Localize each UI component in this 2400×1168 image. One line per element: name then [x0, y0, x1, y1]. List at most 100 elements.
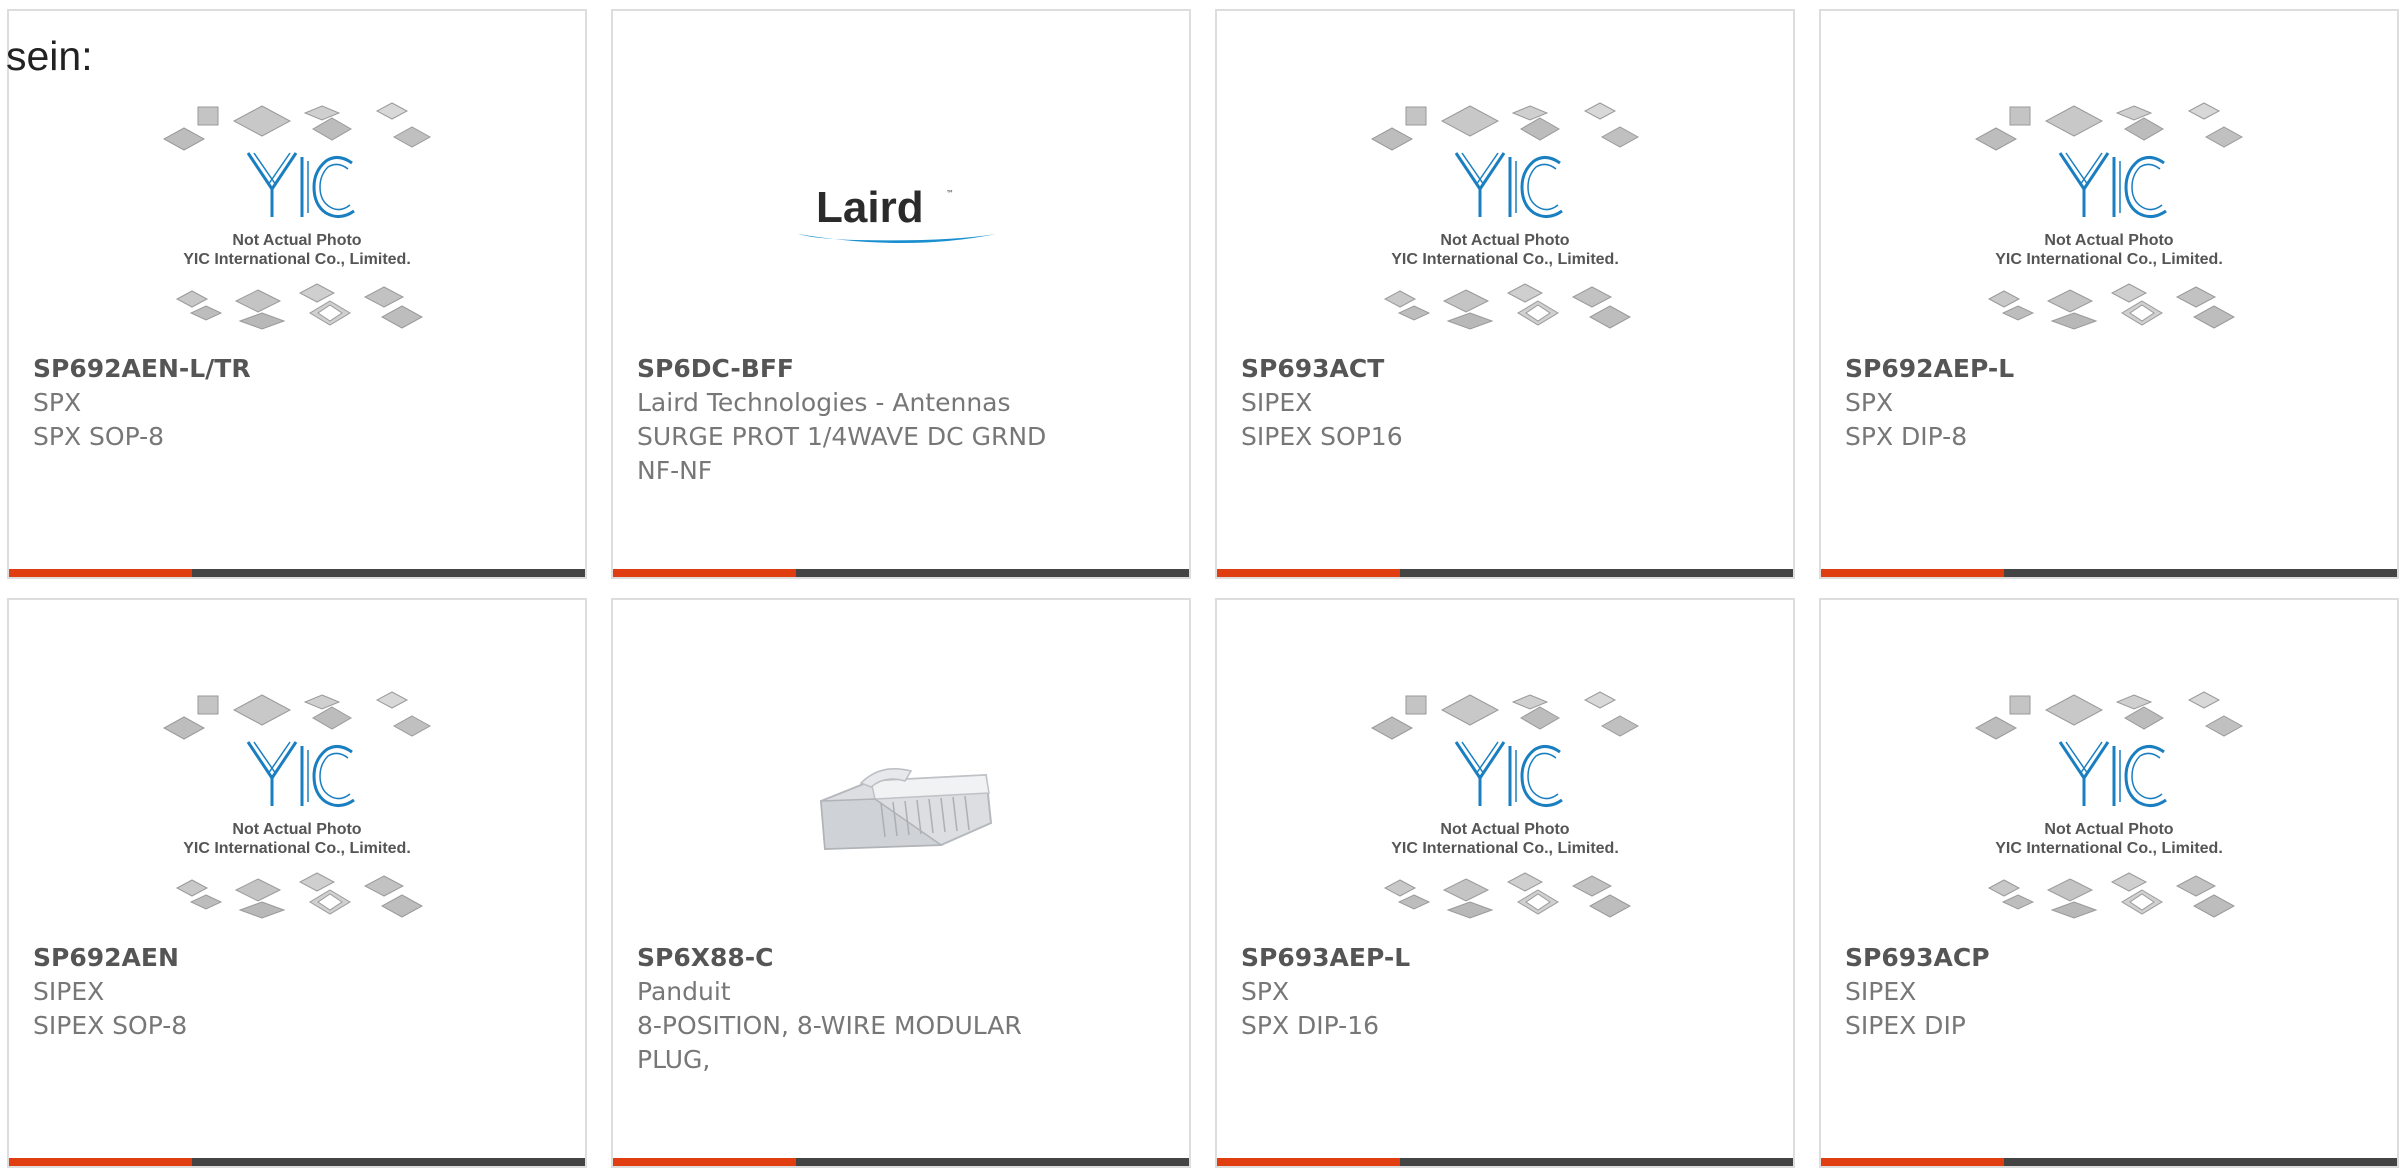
product-card[interactable]: Not Actual Photo YIC International Co., L…	[1215, 598, 1795, 1168]
manufacturer-name: Laird Technologies - Antennas	[637, 388, 1011, 417]
part-number-link[interactable]: SP6X88-C	[637, 941, 1089, 975]
chip-cluster-top	[1974, 101, 2244, 151]
product-info: SP692AEP-L SPX SPX DIP-8	[1845, 352, 2297, 454]
part-number-link[interactable]: SP692AEN-L/TR	[33, 352, 485, 386]
card-bottom-bar	[613, 1158, 1189, 1166]
svg-text:YIC International Co., Limited: YIC International Co., Limited.	[183, 251, 411, 268]
yic-logo	[246, 740, 355, 807]
part-number-link[interactable]: SP692AEP-L	[1845, 352, 2297, 386]
accent-bar-segment	[1821, 1158, 2004, 1166]
part-number-link[interactable]: SP693AEP-L	[1241, 941, 1693, 975]
product-info: SP692AEN-L/TR SPX SPX SOP-8	[33, 352, 485, 454]
part-number-link[interactable]: SP693ACP	[1845, 941, 2297, 975]
product-description: SPX SOP-8	[33, 422, 165, 451]
chip-cluster-bottom	[1987, 871, 2236, 919]
yic-logo	[2058, 740, 2167, 807]
accent-bar-segment	[613, 569, 796, 577]
svg-text:YIC International Co., Limited: YIC International Co., Limited.	[183, 840, 411, 857]
manufacturer-name: SIPEX	[1845, 977, 1917, 1006]
chip-cluster-bottom	[1383, 282, 1632, 330]
product-description: SPX DIP-8	[1845, 422, 1968, 451]
yic-placeholder-image: Not Actual Photo YIC International Co., L…	[1974, 101, 2244, 330]
product-image[interactable]: Laird ™	[613, 91, 1189, 346]
dark-bar-segment	[2004, 569, 2397, 577]
product-description: SIPEX SOP16	[1241, 422, 1403, 451]
product-description: SIPEX DIP	[1845, 1011, 1966, 1040]
product-card[interactable]: Not Actual Photo YIC International Co., L…	[1819, 598, 2399, 1168]
chip-cluster-top	[162, 690, 432, 740]
svg-text:YIC International Co., Limited: YIC International Co., Limited.	[1995, 840, 2223, 857]
product-description: SIPEX SOP-8	[33, 1011, 188, 1040]
product-description: 8-POSITION, 8-WIRE MODULAR PLUG,	[637, 1011, 1022, 1074]
card-bottom-bar	[1821, 1158, 2397, 1166]
chip-cluster-bottom	[175, 871, 424, 919]
modular-plug-photo	[819, 767, 993, 850]
svg-text:Not Actual Photo: Not Actual Photo	[2044, 232, 2173, 249]
chip-cluster-bottom	[1383, 871, 1632, 919]
laird-logo-text: Laird	[816, 184, 924, 232]
product-info: SP693AEP-L SPX SPX DIP-16	[1241, 941, 1693, 1043]
part-number-link[interactable]: SP692AEN	[33, 941, 485, 975]
part-number-link[interactable]: SP693ACT	[1241, 352, 1693, 386]
product-info: SP6X88-C Panduit 8-POSITION, 8-WIRE MODU…	[637, 941, 1089, 1077]
yic-placeholder-image: Not Actual Photo YIC International Co., L…	[1370, 690, 1640, 919]
yic-logo	[1454, 151, 1563, 218]
product-card[interactable]: Laird ™ SP6DC-BFF Laird Technologies - A…	[611, 9, 1191, 579]
product-card[interactable]: Not Actual Photo YIC International Co., L…	[1819, 9, 2399, 579]
product-image[interactable]: Not Actual Photo YIC International Co., L…	[1217, 91, 1793, 346]
chip-cluster-top	[1370, 101, 1640, 151]
card-bottom-bar	[1217, 1158, 1793, 1166]
card-bottom-bar	[1217, 569, 1793, 577]
product-info: SP693ACT SIPEX SIPEX SOP16	[1241, 352, 1693, 454]
manufacturer-name: SPX	[1845, 388, 1894, 417]
product-image[interactable]: Not Actual Photo YIC International Co., L…	[9, 680, 585, 935]
svg-text:Not Actual Photo: Not Actual Photo	[1440, 232, 1569, 249]
yic-placeholder-image: Not Actual Photo YIC International Co., L…	[1370, 101, 1640, 330]
product-card[interactable]: SP6X88-C Panduit 8-POSITION, 8-WIRE MODU…	[611, 598, 1191, 1168]
intro-text: sein:	[6, 33, 93, 79]
accent-bar-segment	[613, 1158, 796, 1166]
accent-bar-segment	[1217, 1158, 1400, 1166]
product-image[interactable]	[613, 680, 1189, 935]
chip-cluster-top	[1370, 690, 1640, 740]
dark-bar-segment	[192, 1158, 585, 1166]
svg-text:Not Actual Photo: Not Actual Photo	[232, 821, 361, 838]
yic-placeholder-image: Not Actual Photo YIC International Co., L…	[1974, 690, 2244, 919]
accent-bar-segment	[9, 569, 192, 577]
manufacturer-name: SPX	[1241, 977, 1290, 1006]
svg-text:YIC International Co., Limited: YIC International Co., Limited.	[1391, 251, 1619, 268]
dark-bar-segment	[1400, 569, 1793, 577]
product-card[interactable]: Not Actual Photo YIC International Co., L…	[7, 9, 587, 579]
product-image[interactable]: Not Actual Photo YIC International Co., L…	[1821, 91, 2397, 346]
dark-bar-segment	[192, 569, 585, 577]
svg-text:YIC International Co., Limited: YIC International Co., Limited.	[1995, 251, 2223, 268]
card-bottom-bar	[9, 569, 585, 577]
svg-text:Not Actual Photo: Not Actual Photo	[1440, 821, 1569, 838]
manufacturer-name: Panduit	[637, 977, 731, 1006]
yic-logo	[246, 151, 355, 218]
product-card[interactable]: Not Actual Photo YIC International Co., L…	[7, 598, 587, 1168]
yic-logo	[2058, 151, 2167, 218]
product-description: SURGE PROT 1/4WAVE DC GRND NF-NF	[637, 422, 1047, 485]
dark-bar-segment	[1400, 1158, 1793, 1166]
product-description: SPX DIP-16	[1241, 1011, 1380, 1040]
product-image[interactable]: Not Actual Photo YIC International Co., L…	[1217, 680, 1793, 935]
product-image[interactable]: Not Actual Photo YIC International Co., L…	[1821, 680, 2397, 935]
product-card[interactable]: Not Actual Photo YIC International Co., L…	[1215, 9, 1795, 579]
svg-text:YIC International Co., Limited: YIC International Co., Limited.	[1391, 840, 1619, 857]
product-info: SP693ACP SIPEX SIPEX DIP	[1845, 941, 2297, 1043]
product-info: SP6DC-BFF Laird Technologies - Antennas …	[637, 352, 1089, 488]
chip-cluster-top	[1974, 690, 2244, 740]
card-bottom-bar	[613, 569, 1189, 577]
product-image[interactable]: Not Actual Photo YIC International Co., L…	[9, 91, 585, 346]
svg-text:Not Actual Photo: Not Actual Photo	[232, 232, 361, 249]
accent-bar-segment	[9, 1158, 192, 1166]
svg-text:™: ™	[946, 189, 954, 198]
card-bottom-bar	[1821, 569, 2397, 577]
part-number-link[interactable]: SP6DC-BFF	[637, 352, 1089, 386]
yic-placeholder-image: Not Actual Photo YIC International Co., L…	[162, 101, 432, 330]
svg-text:Not Actual Photo: Not Actual Photo	[2044, 821, 2173, 838]
accent-bar-segment	[1217, 569, 1400, 577]
card-bottom-bar	[9, 1158, 585, 1166]
accent-bar-segment	[1821, 569, 2004, 577]
